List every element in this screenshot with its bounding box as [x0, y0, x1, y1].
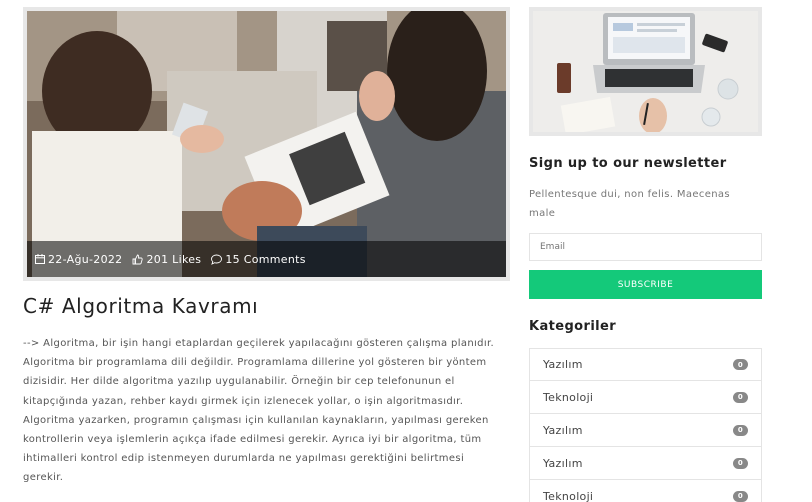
category-label: Yazılım [543, 423, 583, 437]
category-label: Teknoloji [543, 489, 594, 502]
post-date-text: 22-Ağu-2022 [48, 252, 123, 266]
category-item[interactable]: Yazılım 0 [529, 447, 762, 480]
laptop-desk-photo [533, 11, 758, 132]
categories-list: Yazılım 0 Teknoloji 0 Yazılım 0 Yazılım … [529, 348, 762, 502]
post-date: 22-Ağu-2022 [35, 253, 122, 266]
category-label: Yazılım [543, 358, 583, 371]
comment-icon [211, 254, 223, 265]
post-body: --> Algoritma, bir işin hangi etaplardan… [23, 338, 495, 484]
post-comments-text: 15 Comments [225, 252, 306, 266]
newsletter-description: Pellentesque dui, non felis. Maecenas ma… [529, 189, 730, 219]
category-item[interactable]: Yazılım 0 [529, 414, 762, 447]
subscribe-button[interactable]: SUBSCRIBE [529, 270, 762, 299]
category-count-badge: 0 [733, 457, 748, 469]
post-featured-image[interactable]: 22-Ağu-2022 201 Likes 15 Comments [23, 7, 510, 281]
category-item[interactable]: Teknoloji 0 [529, 480, 762, 502]
post-meta-bar: 22-Ağu-2022 201 Likes 15 Comments [27, 241, 506, 277]
category-label: Teknoloji [543, 390, 594, 404]
category-item[interactable]: Yazılım 0 [529, 348, 762, 381]
category-label: Yazılım [543, 456, 583, 470]
newsletter-email-input[interactable] [529, 233, 762, 261]
post-photo [27, 11, 506, 277]
newsletter-title: Sign up to our newsletter [529, 156, 727, 171]
categories-title: Kategoriler [529, 319, 617, 334]
category-count-badge: 0 [733, 391, 748, 403]
post-likes[interactable]: 201 Likes [132, 253, 201, 266]
category-count-badge: 0 [733, 490, 748, 502]
post-likes-text: 201 Likes [146, 252, 202, 266]
category-item[interactable]: Teknoloji 0 [529, 381, 762, 414]
post-title[interactable]: C# Algoritma Kavramı [23, 294, 258, 318]
thumbs-up-icon [133, 254, 144, 264]
category-count-badge: 0 [733, 359, 748, 370]
post-comments[interactable]: 15 Comments [211, 253, 305, 266]
sidebar-image [529, 7, 762, 136]
category-count-badge: 0 [733, 424, 748, 436]
calendar-icon [35, 254, 45, 264]
